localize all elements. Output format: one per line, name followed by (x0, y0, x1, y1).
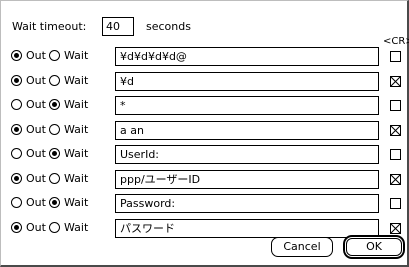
script-text-field[interactable]: UserId: (115, 145, 379, 164)
out-radio-label: Out (26, 123, 46, 136)
radio-icon (49, 75, 60, 86)
cr-checkbox[interactable] (390, 51, 401, 62)
checkmark-x-icon (391, 77, 400, 86)
script-row: Out Wait ¥d¥d¥d¥d@ (11, 46, 406, 68)
cr-checkbox[interactable] (390, 174, 401, 185)
radio-icon (49, 148, 60, 159)
script-row: Out Wait UserId: (11, 144, 406, 166)
script-text-field[interactable]: a an (115, 121, 379, 140)
radio-icon (49, 50, 60, 61)
out-radio-label: Out (26, 147, 46, 160)
out-radio-label: Out (26, 98, 46, 111)
cr-checkbox[interactable] (390, 223, 401, 234)
wait-radio[interactable]: Wait (49, 49, 88, 62)
script-text-field[interactable]: ppp/ユーザーID (115, 170, 379, 189)
radio-icon (49, 99, 60, 110)
wait-timeout-unit: seconds (146, 20, 191, 33)
script-row: Out Wait Password: (11, 193, 406, 215)
wait-radio[interactable]: Wait (49, 147, 88, 160)
cr-checkbox[interactable] (390, 198, 401, 209)
wait-radio[interactable]: Wait (49, 98, 88, 111)
wait-radio-label: Wait (64, 49, 89, 62)
wait-radio[interactable]: Wait (49, 196, 88, 209)
radio-icon (11, 75, 22, 86)
radio-icon (49, 173, 60, 184)
wait-radio[interactable]: Wait (49, 221, 88, 234)
wait-radio[interactable]: Wait (49, 74, 88, 87)
checkmark-x-icon (391, 224, 400, 233)
out-radio[interactable]: Out (11, 49, 46, 62)
out-radio-label: Out (26, 221, 46, 234)
ok-button-label: OK (346, 238, 402, 256)
out-radio[interactable]: Out (11, 98, 46, 111)
script-text-field[interactable]: * (115, 96, 379, 115)
out-radio-label: Out (26, 196, 46, 209)
wait-radio-label: Wait (64, 74, 89, 87)
out-radio-label: Out (26, 74, 46, 87)
script-row: Out Wait ¥d (11, 71, 406, 93)
out-radio[interactable]: Out (11, 221, 46, 234)
cr-checkbox[interactable] (390, 100, 401, 111)
script-row: Out Wait * (11, 95, 406, 117)
script-row: Out Wait a an (11, 120, 406, 142)
radio-icon (11, 124, 22, 135)
wait-radio-label: Wait (64, 221, 89, 234)
script-text-field[interactable]: Password: (115, 194, 379, 213)
script-text-field[interactable]: ¥d (115, 72, 379, 91)
out-radio[interactable]: Out (11, 74, 46, 87)
radio-icon (49, 197, 60, 208)
radio-icon (11, 197, 22, 208)
out-radio[interactable]: Out (11, 147, 46, 160)
script-text-field[interactable]: パスワード (115, 219, 379, 238)
out-radio-label: Out (26, 172, 46, 185)
wait-radio-label: Wait (64, 147, 89, 160)
out-radio[interactable]: Out (11, 123, 46, 136)
radio-icon (11, 50, 22, 61)
cr-checkbox[interactable] (390, 76, 401, 87)
checkmark-x-icon (391, 175, 400, 184)
radio-icon (49, 222, 60, 233)
cancel-button[interactable]: Cancel (271, 237, 333, 257)
wait-radio-label: Wait (64, 123, 89, 136)
wait-radio-label: Wait (64, 196, 89, 209)
out-radio-label: Out (26, 49, 46, 62)
script-text-field[interactable]: ¥d¥d¥d¥d@ (115, 47, 379, 66)
wait-radio-label: Wait (64, 172, 89, 185)
radio-icon (11, 148, 22, 159)
script-dialog: Wait timeout: 40 seconds <CR> OutWait¥d¥… (0, 0, 409, 267)
radio-icon (11, 173, 22, 184)
ok-button[interactable]: OK (343, 235, 405, 259)
wait-radio[interactable]: Wait (49, 123, 88, 136)
wait-radio-label: Wait (64, 98, 89, 111)
wait-timeout-input[interactable]: 40 (102, 17, 134, 36)
cr-checkbox[interactable] (390, 149, 401, 160)
wait-timeout-label: Wait timeout: (12, 20, 87, 33)
out-radio[interactable]: Out (11, 196, 46, 209)
radio-icon (11, 99, 22, 110)
radio-icon (49, 124, 60, 135)
wait-radio[interactable]: Wait (49, 172, 88, 185)
radio-icon (11, 222, 22, 233)
script-row: Out Wait ppp/ユーザーID (11, 169, 406, 191)
checkmark-x-icon (391, 126, 400, 135)
out-radio[interactable]: Out (11, 172, 46, 185)
cr-checkbox[interactable] (390, 125, 401, 136)
